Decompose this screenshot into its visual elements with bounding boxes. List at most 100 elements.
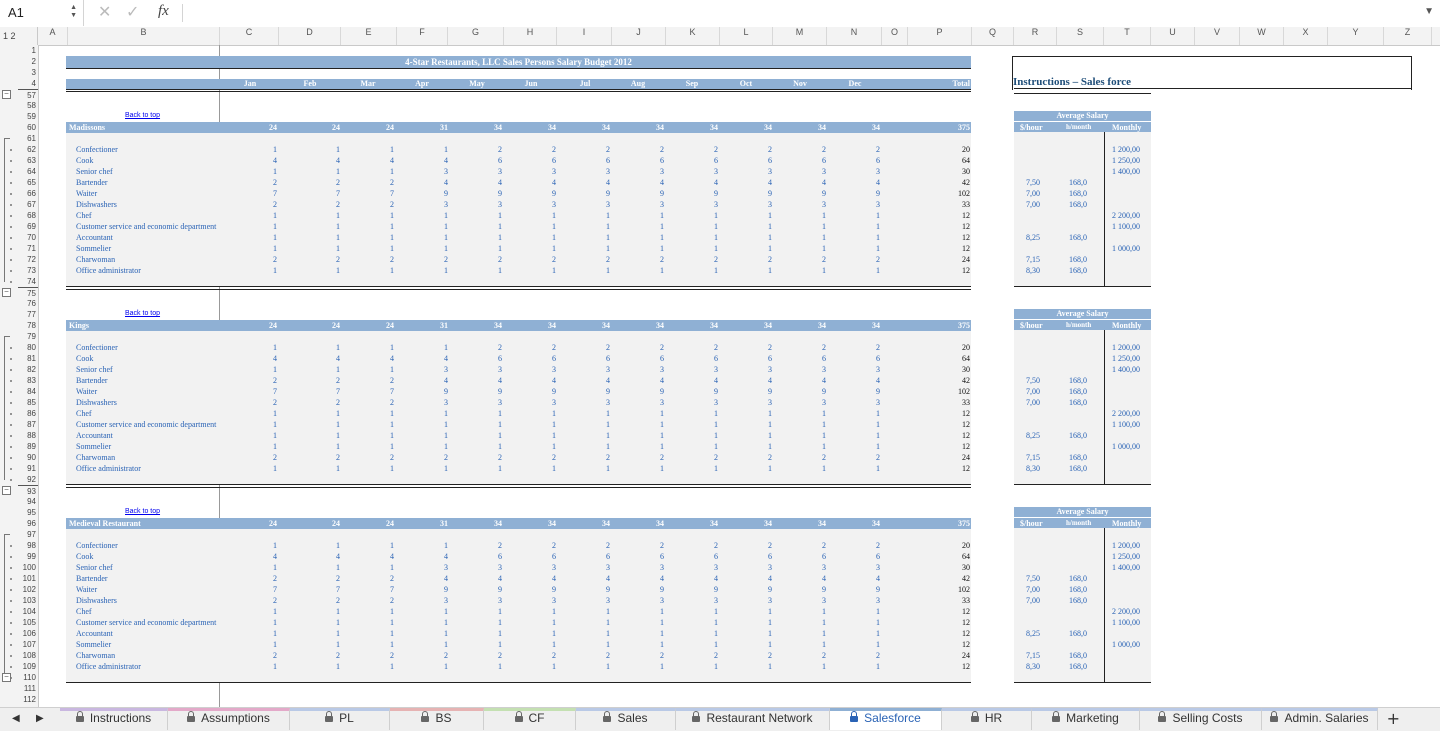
table-cell[interactable]: 2: [374, 397, 394, 408]
table-cell[interactable]: 1: [320, 342, 340, 353]
table-cell[interactable]: 1: [698, 243, 718, 254]
table-cell[interactable]: 6: [644, 155, 664, 166]
column-header-f[interactable]: F: [397, 27, 448, 45]
table-cell[interactable]: 2: [698, 254, 718, 265]
row-header-94[interactable]: 94: [18, 496, 38, 507]
table-cell[interactable]: 6: [806, 551, 826, 562]
table-cell[interactable]: 7: [320, 584, 340, 595]
table-cell[interactable]: 1: [536, 661, 556, 672]
row-header-57[interactable]: 57: [18, 89, 38, 100]
row-header-68[interactable]: 68: [18, 210, 38, 221]
table-cell[interactable]: 1: [644, 232, 664, 243]
table-cell[interactable]: 1: [482, 430, 502, 441]
row-total[interactable]: 12: [940, 221, 970, 232]
collapse-group-icon[interactable]: −: [2, 288, 11, 297]
column-header-e[interactable]: E: [341, 27, 397, 45]
row-header-95[interactable]: 95: [18, 507, 38, 518]
avg-hmonth-value[interactable]: 168,0: [1069, 584, 1087, 595]
table-cell[interactable]: 9: [590, 188, 610, 199]
back-to-top-link[interactable]: Back to top: [125, 508, 160, 515]
table-cell[interactable]: 7: [257, 386, 277, 397]
table-cell[interactable]: 2: [374, 177, 394, 188]
table-cell[interactable]: 9: [806, 584, 826, 595]
row-total[interactable]: 64: [940, 551, 970, 562]
table-cell[interactable]: 9: [752, 584, 772, 595]
table-cell[interactable]: 2: [320, 595, 340, 606]
table-cell[interactable]: 1: [698, 221, 718, 232]
table-cell[interactable]: 1: [806, 221, 826, 232]
table-cell[interactable]: 1: [752, 419, 772, 430]
table-cell[interactable]: 7: [257, 188, 277, 199]
table-cell[interactable]: 4: [806, 177, 826, 188]
table-cell[interactable]: 7: [374, 584, 394, 595]
table-cell[interactable]: 1: [536, 628, 556, 639]
row-header-69[interactable]: 69: [18, 221, 38, 232]
table-cell[interactable]: 6: [536, 353, 556, 364]
table-cell[interactable]: 2: [644, 254, 664, 265]
table-cell[interactable]: 1: [482, 463, 502, 474]
table-cell[interactable]: 1: [644, 617, 664, 628]
table-cell[interactable]: 1: [428, 628, 448, 639]
table-cell[interactable]: 1: [320, 243, 340, 254]
outline-level-buttons[interactable]: 1 2: [0, 27, 38, 45]
table-cell[interactable]: 4: [536, 177, 556, 188]
table-cell[interactable]: 4: [320, 353, 340, 364]
table-cell[interactable]: 3: [698, 397, 718, 408]
table-cell[interactable]: 2: [860, 144, 880, 155]
row-header-89[interactable]: 89: [18, 441, 38, 452]
table-cell[interactable]: 6: [860, 353, 880, 364]
table-cell[interactable]: 2: [752, 144, 772, 155]
table-cell[interactable]: 1: [590, 430, 610, 441]
table-cell[interactable]: 1: [257, 210, 277, 221]
table-cell[interactable]: 9: [860, 188, 880, 199]
table-cell[interactable]: 4: [644, 573, 664, 584]
table-cell[interactable]: 1: [860, 419, 880, 430]
table-cell[interactable]: 2: [257, 452, 277, 463]
table-cell[interactable]: 3: [806, 364, 826, 375]
table-cell[interactable]: 6: [590, 551, 610, 562]
table-cell[interactable]: 1: [320, 144, 340, 155]
table-cell[interactable]: 1: [536, 639, 556, 650]
table-cell[interactable]: 4: [257, 551, 277, 562]
table-cell[interactable]: 1: [590, 606, 610, 617]
table-cell[interactable]: 4: [590, 177, 610, 188]
column-header-z[interactable]: Z: [1384, 27, 1432, 45]
table-cell[interactable]: 3: [536, 397, 556, 408]
table-cell[interactable]: 1: [698, 210, 718, 221]
table-cell[interactable]: 6: [644, 551, 664, 562]
collapse-group-icon[interactable]: −: [2, 486, 11, 495]
table-cell[interactable]: 2: [257, 573, 277, 584]
row-header-74[interactable]: 74: [18, 276, 38, 287]
table-cell[interactable]: 3: [482, 364, 502, 375]
table-cell[interactable]: 1: [644, 430, 664, 441]
table-cell[interactable]: 2: [860, 342, 880, 353]
avg-monthly-value[interactable]: 1 200,00: [1112, 342, 1140, 353]
sheet-tab-assumptions[interactable]: Assumptions: [168, 708, 290, 730]
table-cell[interactable]: 2: [257, 397, 277, 408]
column-header-i[interactable]: I: [557, 27, 612, 45]
table-cell[interactable]: 4: [698, 573, 718, 584]
table-cell[interactable]: 3: [860, 397, 880, 408]
avg-monthly-value[interactable]: 1 400,00: [1112, 562, 1140, 573]
table-cell[interactable]: 1: [644, 210, 664, 221]
table-cell[interactable]: 4: [320, 551, 340, 562]
table-cell[interactable]: 1: [482, 243, 502, 254]
row-header-73[interactable]: 73: [18, 265, 38, 276]
back-to-top-link[interactable]: Back to top: [125, 310, 160, 317]
table-cell[interactable]: 2: [536, 452, 556, 463]
table-cell[interactable]: 1: [698, 430, 718, 441]
table-cell[interactable]: 4: [752, 375, 772, 386]
table-cell[interactable]: 1: [374, 606, 394, 617]
table-cell[interactable]: 9: [698, 188, 718, 199]
row-header-90[interactable]: 90: [18, 452, 38, 463]
row-header-63[interactable]: 63: [18, 155, 38, 166]
table-cell[interactable]: 4: [257, 353, 277, 364]
row-header-84[interactable]: 84: [18, 386, 38, 397]
column-header-v[interactable]: V: [1195, 27, 1240, 45]
table-cell[interactable]: 1: [320, 639, 340, 650]
table-cell[interactable]: 1: [698, 606, 718, 617]
row-header-71[interactable]: 71: [18, 243, 38, 254]
table-cell[interactable]: 1: [752, 639, 772, 650]
row-total[interactable]: 20: [940, 144, 970, 155]
table-cell[interactable]: 4: [374, 155, 394, 166]
